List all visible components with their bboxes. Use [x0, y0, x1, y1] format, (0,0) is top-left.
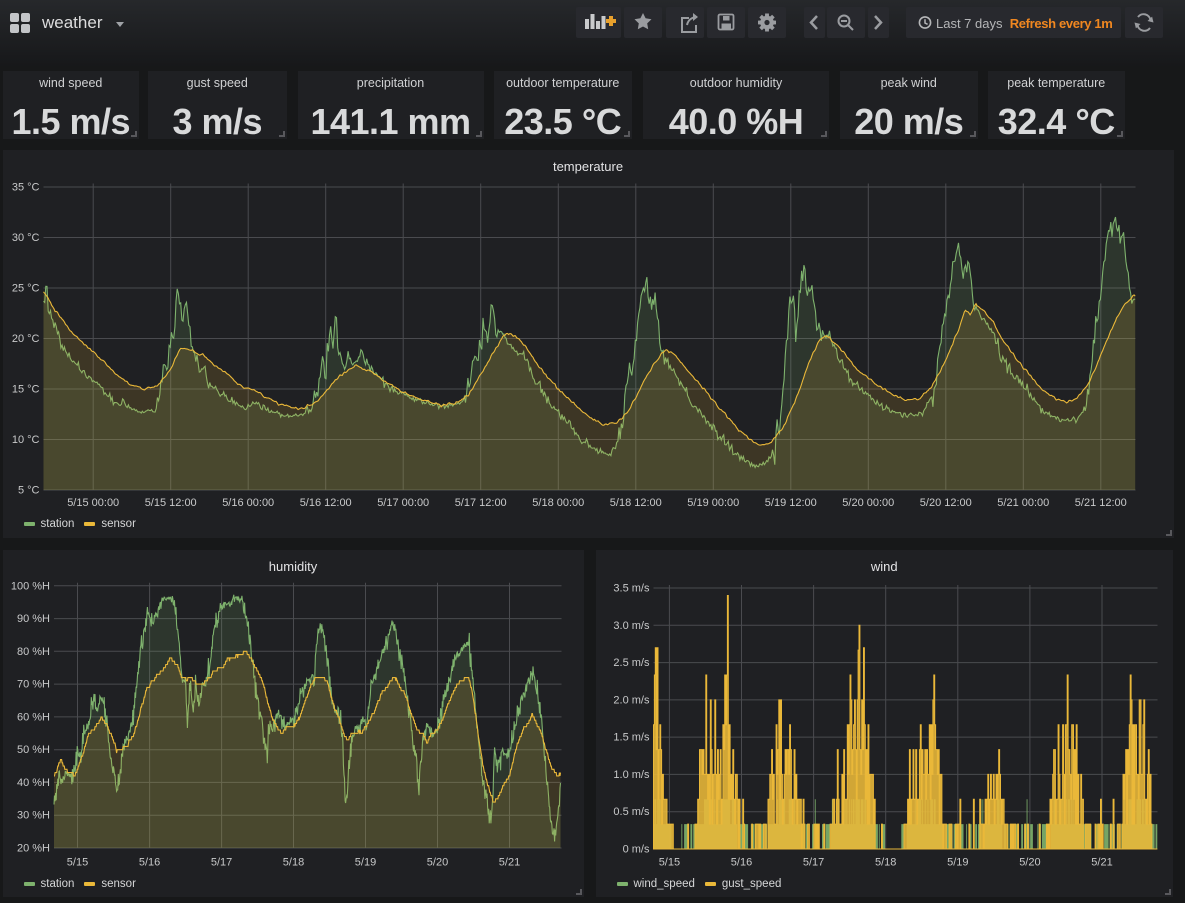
svg-text:3.0 m/s: 3.0 m/s [613, 620, 650, 632]
svg-text:5/15 12:00: 5/15 12:00 [144, 497, 196, 509]
svg-text:5/15: 5/15 [66, 857, 87, 869]
svg-text:5/19 12:00: 5/19 12:00 [764, 497, 816, 509]
svg-text:5/19 00:00: 5/19 00:00 [687, 497, 739, 509]
svg-text:5/20: 5/20 [1019, 857, 1040, 869]
svg-text:5/18 00:00: 5/18 00:00 [532, 497, 584, 509]
svg-text:90 %H: 90 %H [16, 613, 49, 625]
svg-text:5/18: 5/18 [282, 857, 303, 869]
svg-text:5/16: 5/16 [730, 857, 751, 869]
svg-text:70 %H: 70 %H [16, 679, 49, 691]
svg-text:50 %H: 50 %H [16, 744, 49, 756]
svg-text:5/20 12:00: 5/20 12:00 [919, 497, 971, 509]
svg-text:5/21 00:00: 5/21 00:00 [997, 497, 1049, 509]
svg-text:1.0 m/s: 1.0 m/s [613, 769, 650, 781]
svg-text:2.0 m/s: 2.0 m/s [613, 694, 650, 706]
svg-text:5/19: 5/19 [947, 857, 968, 869]
svg-text:5/16 12:00: 5/16 12:00 [299, 497, 351, 509]
svg-text:5/21 12:00: 5/21 12:00 [1074, 497, 1126, 509]
svg-text:5/18: 5/18 [874, 857, 895, 869]
svg-text:60 %H: 60 %H [16, 711, 49, 723]
svg-text:15 °C: 15 °C [11, 383, 39, 395]
svg-text:25 °C: 25 °C [11, 282, 39, 294]
svg-text:5/20: 5/20 [426, 857, 447, 869]
svg-text:5/16: 5/16 [138, 857, 159, 869]
svg-text:5/20 00:00: 5/20 00:00 [842, 497, 894, 509]
svg-text:1.5 m/s: 1.5 m/s [613, 732, 650, 744]
svg-text:20 °C: 20 °C [11, 333, 39, 345]
svg-text:100 %H: 100 %H [10, 580, 49, 592]
svg-text:5/17: 5/17 [210, 857, 231, 869]
svg-text:5/21: 5/21 [498, 857, 519, 869]
svg-text:80 %H: 80 %H [16, 646, 49, 658]
svg-text:5/16 00:00: 5/16 00:00 [222, 497, 274, 509]
svg-text:5/17 12:00: 5/17 12:00 [454, 497, 506, 509]
svg-text:30 %H: 30 %H [16, 810, 49, 822]
svg-text:5/18 12:00: 5/18 12:00 [609, 497, 661, 509]
svg-text:5/19: 5/19 [354, 857, 375, 869]
svg-text:2.5 m/s: 2.5 m/s [613, 657, 650, 669]
svg-text:30 °C: 30 °C [11, 232, 39, 244]
svg-text:5/21: 5/21 [1091, 857, 1112, 869]
svg-text:5/15: 5/15 [658, 857, 679, 869]
svg-text:3.5 m/s: 3.5 m/s [613, 583, 650, 595]
svg-text:0.5 m/s: 0.5 m/s [613, 806, 650, 818]
svg-text:10 °C: 10 °C [11, 434, 39, 446]
svg-text:40 %H: 40 %H [16, 777, 49, 789]
svg-text:5/17 00:00: 5/17 00:00 [377, 497, 429, 509]
svg-text:0 m/s: 0 m/s [622, 844, 649, 856]
svg-text:20 %H: 20 %H [16, 843, 49, 855]
svg-text:5 °C: 5 °C [17, 484, 39, 496]
svg-text:35 °C: 35 °C [11, 181, 39, 193]
svg-text:5/15 00:00: 5/15 00:00 [67, 497, 119, 509]
svg-text:5/17: 5/17 [802, 857, 823, 869]
